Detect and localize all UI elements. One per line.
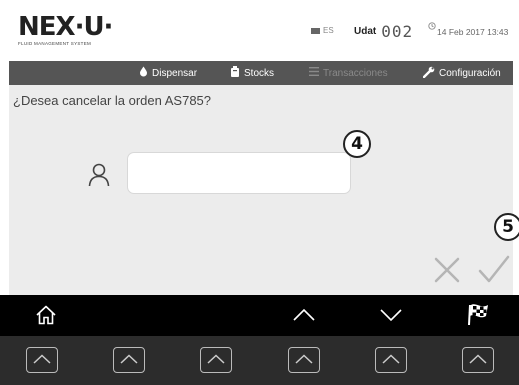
softkey-4[interactable]: [288, 347, 320, 373]
softkey-2[interactable]: [113, 347, 145, 373]
checkered-flag-icon[interactable]: [465, 301, 491, 332]
up-arrow-icon[interactable]: [293, 308, 315, 327]
softkey-1[interactable]: [26, 347, 58, 373]
chevron-up-icon: [469, 351, 487, 369]
list-icon: [309, 67, 319, 79]
drop-icon: [139, 66, 148, 80]
nav-dispensar[interactable]: Dispensar: [139, 61, 197, 85]
udat-number: 002: [381, 22, 414, 41]
datetime: 14 Feb 2017 13:43: [437, 27, 509, 37]
tank-icon: [230, 66, 240, 80]
logo: NEX·U· FLUID MANAGEMENT SYSTEM: [18, 12, 113, 46]
user-icon: [88, 163, 110, 192]
wrench-icon: [422, 66, 435, 81]
clock-icon: [428, 22, 436, 33]
dialog-question: ¿Desea cancelar la orden AS785?: [13, 93, 212, 108]
order-code-input[interactable]: [127, 152, 351, 194]
nav-stocks[interactable]: Stocks: [230, 61, 274, 85]
chevron-up-icon: [120, 351, 138, 369]
udat-label: Udat: [354, 26, 377, 37]
logo-text: NEX·U·: [18, 12, 113, 42]
nav-configuracion-label: Configuración: [439, 67, 501, 79]
softkey-bar: [0, 336, 519, 385]
nav-dispensar-label: Dispensar: [152, 67, 198, 79]
nav-stocks-label: Stocks: [244, 67, 275, 79]
cancel-x-icon[interactable]: [434, 257, 460, 288]
header: NEX·U· FLUID MANAGEMENT SYSTEM ES Udat 0…: [0, 0, 519, 61]
footer-nav-bar: [0, 295, 519, 336]
callout-5: 5: [494, 213, 519, 241]
down-arrow-icon[interactable]: [380, 308, 402, 327]
chevron-up-icon: [382, 351, 400, 369]
navbar: Dispensar Stocks Transacciones Configura…: [9, 61, 513, 85]
chevron-up-icon: [33, 351, 51, 369]
language-indicator[interactable]: ES: [311, 26, 334, 35]
confirm-check-icon[interactable]: [478, 255, 510, 290]
udat-display: Udat 002: [354, 22, 413, 41]
callout-4: 4: [343, 130, 371, 158]
nav-configuracion[interactable]: Configuración: [422, 61, 501, 85]
softkey-6[interactable]: [462, 347, 494, 373]
nav-transacciones-label: Transacciones: [323, 67, 388, 79]
softkey-5[interactable]: [375, 347, 407, 373]
chevron-up-icon: [295, 351, 313, 369]
home-icon[interactable]: [35, 305, 57, 330]
dialog-area: ¿Desea cancelar la orden AS785? 4 5: [9, 85, 519, 295]
chevron-up-icon: [207, 351, 225, 369]
nav-transacciones[interactable]: Transacciones: [309, 61, 388, 85]
flag-icon: [311, 27, 320, 34]
language-label: ES: [323, 26, 334, 35]
softkey-3[interactable]: [200, 347, 232, 373]
